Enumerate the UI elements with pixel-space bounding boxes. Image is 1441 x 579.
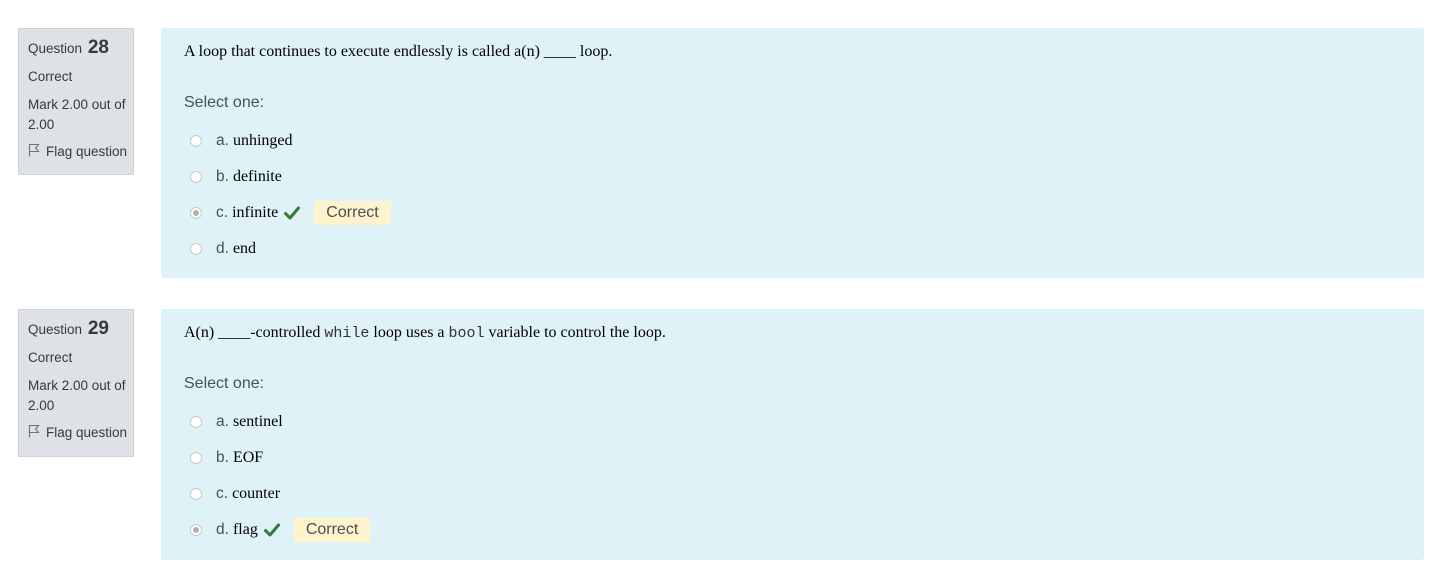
option-letter: d. (216, 521, 229, 538)
question-text-part: loop uses a (369, 324, 449, 341)
answer-option-b[interactable]: b. EOF (190, 440, 370, 476)
question-text-part: A(n) ____-controlled (184, 324, 325, 341)
option-letter: c. (216, 485, 229, 502)
flag-question-label: Flag question (46, 144, 128, 159)
option-text: definite (232, 168, 282, 185)
answer-option-b[interactable]: b. definite (190, 159, 391, 195)
question-text-part: variable to control the loop. (484, 324, 666, 341)
question-text: A loop that continues to execute endless… (184, 43, 613, 60)
radio-button[interactable] (190, 243, 202, 255)
option-text: sentinel (232, 413, 283, 430)
option-text: EOF (232, 449, 264, 466)
option-letter: b. (216, 168, 229, 185)
radio-button[interactable] (190, 452, 202, 464)
answer-option-a[interactable]: a. unhinged (190, 123, 391, 159)
flag-question-label: Flag question (46, 425, 128, 440)
flag-icon (28, 143, 40, 160)
question-number-heading: Question 29 (28, 318, 133, 340)
option-letter: a. (216, 413, 229, 430)
question-number: 29 (87, 318, 109, 339)
answer-option-c[interactable]: c. counter (190, 476, 370, 512)
option-text: counter (232, 485, 281, 502)
question-state: Correct (28, 350, 73, 365)
answer-option-c[interactable]: c. infinite Correct (190, 195, 391, 231)
question-info: Question 28 Correct Mark 2.00 out of 2.0… (18, 28, 134, 175)
question-label: Question (28, 322, 83, 337)
answer-option-a[interactable]: a. sentinel (190, 404, 370, 440)
flag-icon (28, 424, 40, 441)
option-letter: d. (216, 240, 229, 257)
option-text: unhinged (232, 132, 293, 149)
option-text: end (232, 240, 257, 257)
option-text: flag (232, 521, 258, 538)
answer-option-d[interactable]: d. flag Correct (190, 512, 371, 548)
answer-options: a. sentinel b. EOF c. counter d. flag Co… (190, 404, 371, 548)
option-letter: b. (216, 449, 229, 466)
radio-button[interactable] (190, 416, 202, 428)
question-grade: Mark 2.00 out of 2.00 (28, 97, 126, 132)
correct-feedback-badge: Correct (293, 518, 371, 542)
option-letter: c. (216, 204, 229, 221)
check-icon (284, 206, 301, 220)
radio-button[interactable] (190, 135, 202, 147)
question-state: Correct (28, 69, 73, 84)
question-number-heading: Question 28 (28, 37, 133, 59)
question-content: A(n) ____-controlled while loop uses a b… (161, 309, 1424, 560)
select-one-prompt: Select one: (184, 375, 265, 392)
option-letter: a. (216, 132, 229, 149)
question-content: A loop that continues to execute endless… (161, 28, 1424, 278)
radio-button-selected[interactable] (190, 207, 202, 219)
radio-button[interactable] (190, 171, 202, 183)
question-info: Question 29 Correct Mark 2.00 out of 2.0… (18, 309, 134, 457)
question-number: 28 (87, 37, 109, 58)
select-one-prompt: Select one: (184, 94, 265, 111)
radio-button-selected[interactable] (190, 524, 202, 536)
flag-question-button[interactable]: Flag question (28, 143, 133, 160)
answer-option-d[interactable]: d. end (190, 231, 391, 267)
question-grade: Mark 2.00 out of 2.00 (28, 378, 126, 413)
code-while: while (324, 325, 370, 342)
option-text: infinite (232, 204, 279, 221)
flag-question-button[interactable]: Flag question (28, 424, 133, 441)
code-bool: bool (448, 325, 485, 342)
question-label: Question (28, 41, 83, 56)
check-icon (263, 523, 280, 537)
answer-options: a. unhinged b. definite c. infinite Corr… (190, 123, 391, 267)
question-text: A(n) ____-controlled while loop uses a b… (184, 324, 666, 342)
correct-feedback-badge: Correct (314, 201, 391, 225)
radio-button[interactable] (190, 488, 202, 500)
